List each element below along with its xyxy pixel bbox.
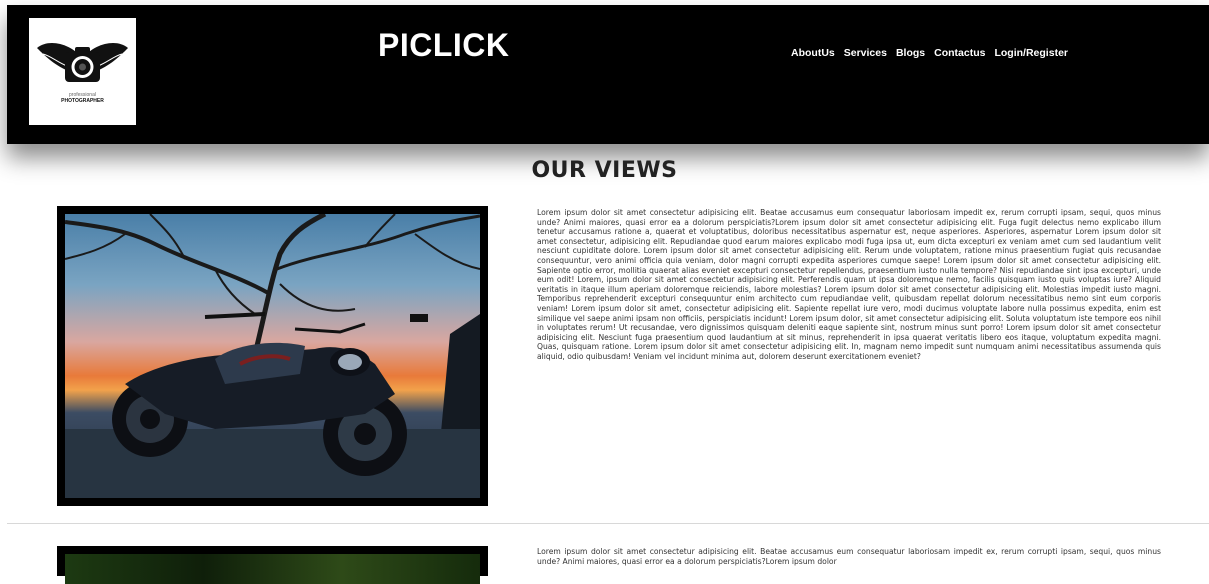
nav-contactus[interactable]: Contactus xyxy=(934,47,985,59)
green-photo-icon xyxy=(65,554,480,584)
post-divider xyxy=(7,523,1209,524)
site-header: professional PHOTOGRAPHER PICLICK AboutU… xyxy=(7,5,1209,144)
motorcycle-sunset-photo-icon xyxy=(65,214,480,498)
logo[interactable]: professional PHOTOGRAPHER xyxy=(29,18,136,125)
main-nav: AboutUs Services Blogs Contactus Login/R… xyxy=(791,47,1068,59)
nav-login-register[interactable]: Login/Register xyxy=(994,47,1068,59)
page-title: OUR VIEWS xyxy=(531,158,678,183)
nav-services[interactable]: Services xyxy=(844,47,887,59)
nav-aboutus[interactable]: AboutUs xyxy=(791,47,835,59)
logo-line2: PHOTOGRAPHER xyxy=(61,98,104,104)
post-image-motorcycle xyxy=(57,206,488,506)
post-text: Lorem ipsum dolor sit amet consectetur a… xyxy=(537,547,1161,566)
site-brand[interactable]: PICLICK xyxy=(378,27,510,64)
post-image-green xyxy=(57,546,488,584)
nav-blogs[interactable]: Blogs xyxy=(896,47,925,59)
post-text: Lorem ipsum dolor sit amet consectetur a… xyxy=(537,208,1161,361)
